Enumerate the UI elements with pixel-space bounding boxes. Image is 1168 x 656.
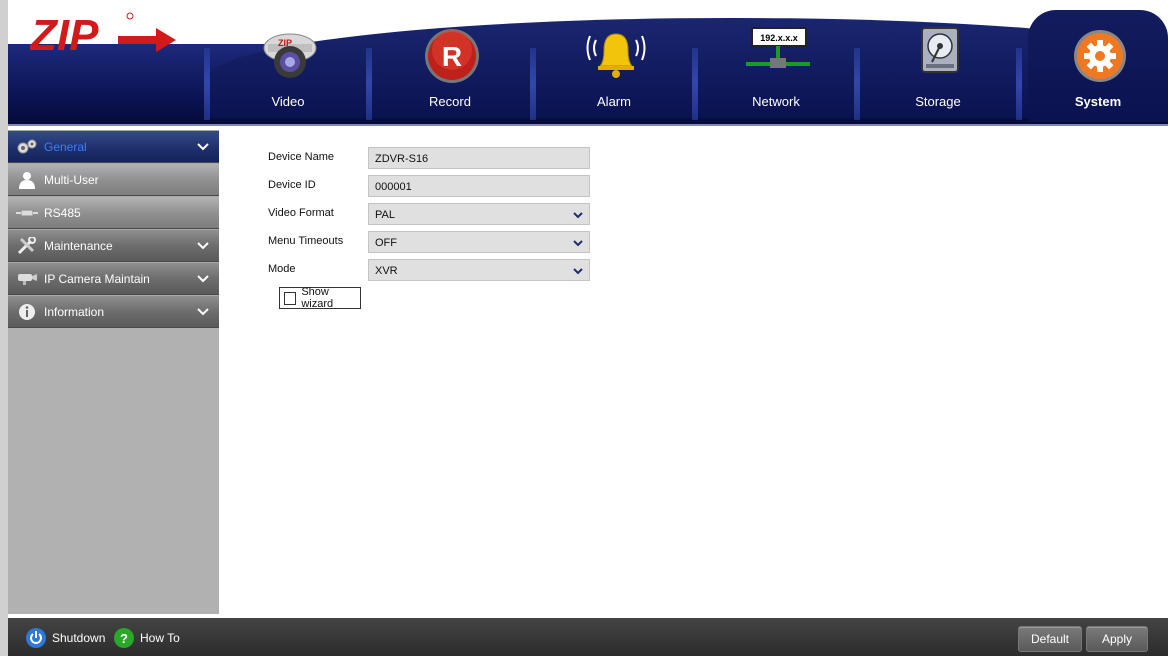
network-icon: 192.x.x.x bbox=[742, 24, 814, 84]
sidebar-item-label: General bbox=[44, 139, 87, 154]
bell-icon bbox=[586, 24, 646, 84]
mode-value: XVR bbox=[375, 265, 398, 277]
chevron-down-icon bbox=[573, 238, 583, 248]
hard-drive-icon bbox=[910, 24, 970, 84]
shutdown-button[interactable]: Shutdown bbox=[26, 627, 105, 649]
footer-bar: Shutdown ? How To Default Apply bbox=[8, 618, 1168, 656]
sidebar-item-multi-user[interactable]: Multi-User bbox=[8, 163, 219, 196]
svg-text:R: R bbox=[442, 41, 462, 72]
tab-network[interactable]: 192.x.x.x Network bbox=[706, 10, 846, 122]
video-format-row: Video Format PAL bbox=[268, 203, 608, 227]
mode-select[interactable]: XVR bbox=[368, 259, 590, 281]
app-window: ZIP ZIP Video R Record Alarm 192.x.x.x N… bbox=[0, 0, 1168, 656]
ip-camera-icon bbox=[14, 268, 40, 290]
tab-label: System bbox=[1074, 94, 1122, 109]
device-id-row: Device ID 000001 bbox=[268, 175, 608, 199]
sidebar-item-label: RS485 bbox=[44, 205, 81, 220]
tab-label: Alarm bbox=[597, 94, 631, 109]
show-wizard-label: Show wizard bbox=[301, 286, 334, 310]
svg-text:192.x.x.x: 192.x.x.x bbox=[760, 33, 798, 43]
checkbox-box bbox=[284, 291, 297, 305]
nav-separator bbox=[366, 48, 372, 120]
tab-label: Network bbox=[752, 94, 800, 109]
sidebar: General Multi-User RS485 Maintenance IP … bbox=[8, 130, 219, 614]
default-button[interactable]: Default bbox=[1018, 626, 1082, 652]
chevron-down-icon bbox=[195, 304, 211, 320]
tab-alarm[interactable]: Alarm bbox=[544, 10, 684, 122]
svg-text:?: ? bbox=[120, 631, 128, 645]
zip-logo: ZIP bbox=[28, 10, 180, 60]
tab-system[interactable]: System bbox=[1028, 10, 1168, 122]
nav-separator bbox=[692, 48, 698, 120]
tab-storage[interactable]: Storage bbox=[868, 10, 1008, 122]
svg-text:ZIP: ZIP bbox=[278, 38, 292, 48]
video-format-select[interactable]: PAL bbox=[368, 203, 590, 225]
sidebar-item-label: IP Camera Maintain bbox=[44, 271, 150, 286]
video-format-label: Video Format bbox=[268, 207, 334, 219]
how-to-button[interactable]: ? How To bbox=[114, 627, 180, 649]
camera-icon: ZIP bbox=[260, 24, 320, 84]
sidebar-item-ip-camera-maintain[interactable]: IP Camera Maintain bbox=[8, 262, 219, 295]
sidebar-item-label: Multi-User bbox=[44, 172, 99, 187]
menu-timeouts-select[interactable]: OFF bbox=[368, 231, 590, 253]
menu-timeouts-label: Menu Timeouts bbox=[268, 235, 344, 247]
mode-label: Mode bbox=[268, 263, 296, 275]
device-name-row: Device Name ZDVR-S16 bbox=[268, 147, 608, 171]
device-name-field[interactable]: ZDVR-S16 bbox=[368, 147, 590, 169]
menu-timeouts-row: Menu Timeouts OFF bbox=[268, 231, 608, 255]
sidebar-item-information[interactable]: Information bbox=[8, 295, 219, 328]
chevron-down-icon bbox=[195, 238, 211, 254]
info-icon bbox=[14, 301, 40, 323]
tab-video[interactable]: ZIP Video bbox=[218, 10, 358, 122]
connector-icon bbox=[14, 202, 40, 224]
apply-button[interactable]: Apply bbox=[1086, 626, 1148, 652]
header-divider bbox=[8, 124, 1168, 126]
device-name-label: Device Name bbox=[268, 151, 335, 163]
shutdown-label: Shutdown bbox=[52, 631, 106, 645]
mode-row: Mode XVR bbox=[268, 259, 608, 283]
chevron-down-icon bbox=[195, 139, 211, 155]
nav-separator bbox=[1016, 48, 1022, 120]
menu-timeouts-value: OFF bbox=[375, 237, 397, 249]
chevron-down-icon bbox=[573, 210, 583, 220]
how-to-label: How To bbox=[140, 631, 180, 645]
tab-label: Storage bbox=[915, 94, 961, 109]
svg-text:ZIP: ZIP bbox=[30, 11, 99, 56]
sidebar-item-rs485[interactable]: RS485 bbox=[8, 196, 219, 229]
sidebar-item-label: Maintenance bbox=[44, 238, 113, 253]
gear-icon bbox=[1070, 24, 1130, 84]
video-format-value: PAL bbox=[375, 209, 395, 221]
general-settings-form: Device Name ZDVR-S16 Device ID 000001 Vi… bbox=[268, 145, 868, 345]
chevron-down-icon bbox=[573, 266, 583, 276]
power-icon bbox=[26, 628, 46, 648]
top-nav-bar: ZIP ZIP Video R Record Alarm 192.x.x.x N… bbox=[8, 0, 1168, 126]
show-wizard-checkbox[interactable]: Show wizard bbox=[279, 286, 361, 310]
nav-separator bbox=[854, 48, 860, 120]
device-id-field[interactable]: 000001 bbox=[368, 175, 590, 197]
sidebar-item-label: Information bbox=[44, 304, 105, 319]
sidebar-item-general[interactable]: General bbox=[8, 130, 219, 163]
nav-separator bbox=[204, 48, 210, 120]
user-icon bbox=[14, 169, 40, 191]
chevron-down-icon bbox=[195, 271, 211, 287]
tools-icon bbox=[14, 235, 40, 257]
gears-icon bbox=[14, 136, 40, 158]
sidebar-item-maintenance[interactable]: Maintenance bbox=[8, 229, 219, 262]
device-id-label: Device ID bbox=[268, 179, 316, 191]
help-icon: ? bbox=[114, 628, 134, 648]
tab-label: Video bbox=[271, 94, 305, 109]
nav-separator bbox=[530, 48, 536, 120]
record-icon: R bbox=[422, 24, 482, 84]
tab-record[interactable]: R Record bbox=[380, 10, 520, 122]
tab-label: Record bbox=[429, 94, 471, 109]
